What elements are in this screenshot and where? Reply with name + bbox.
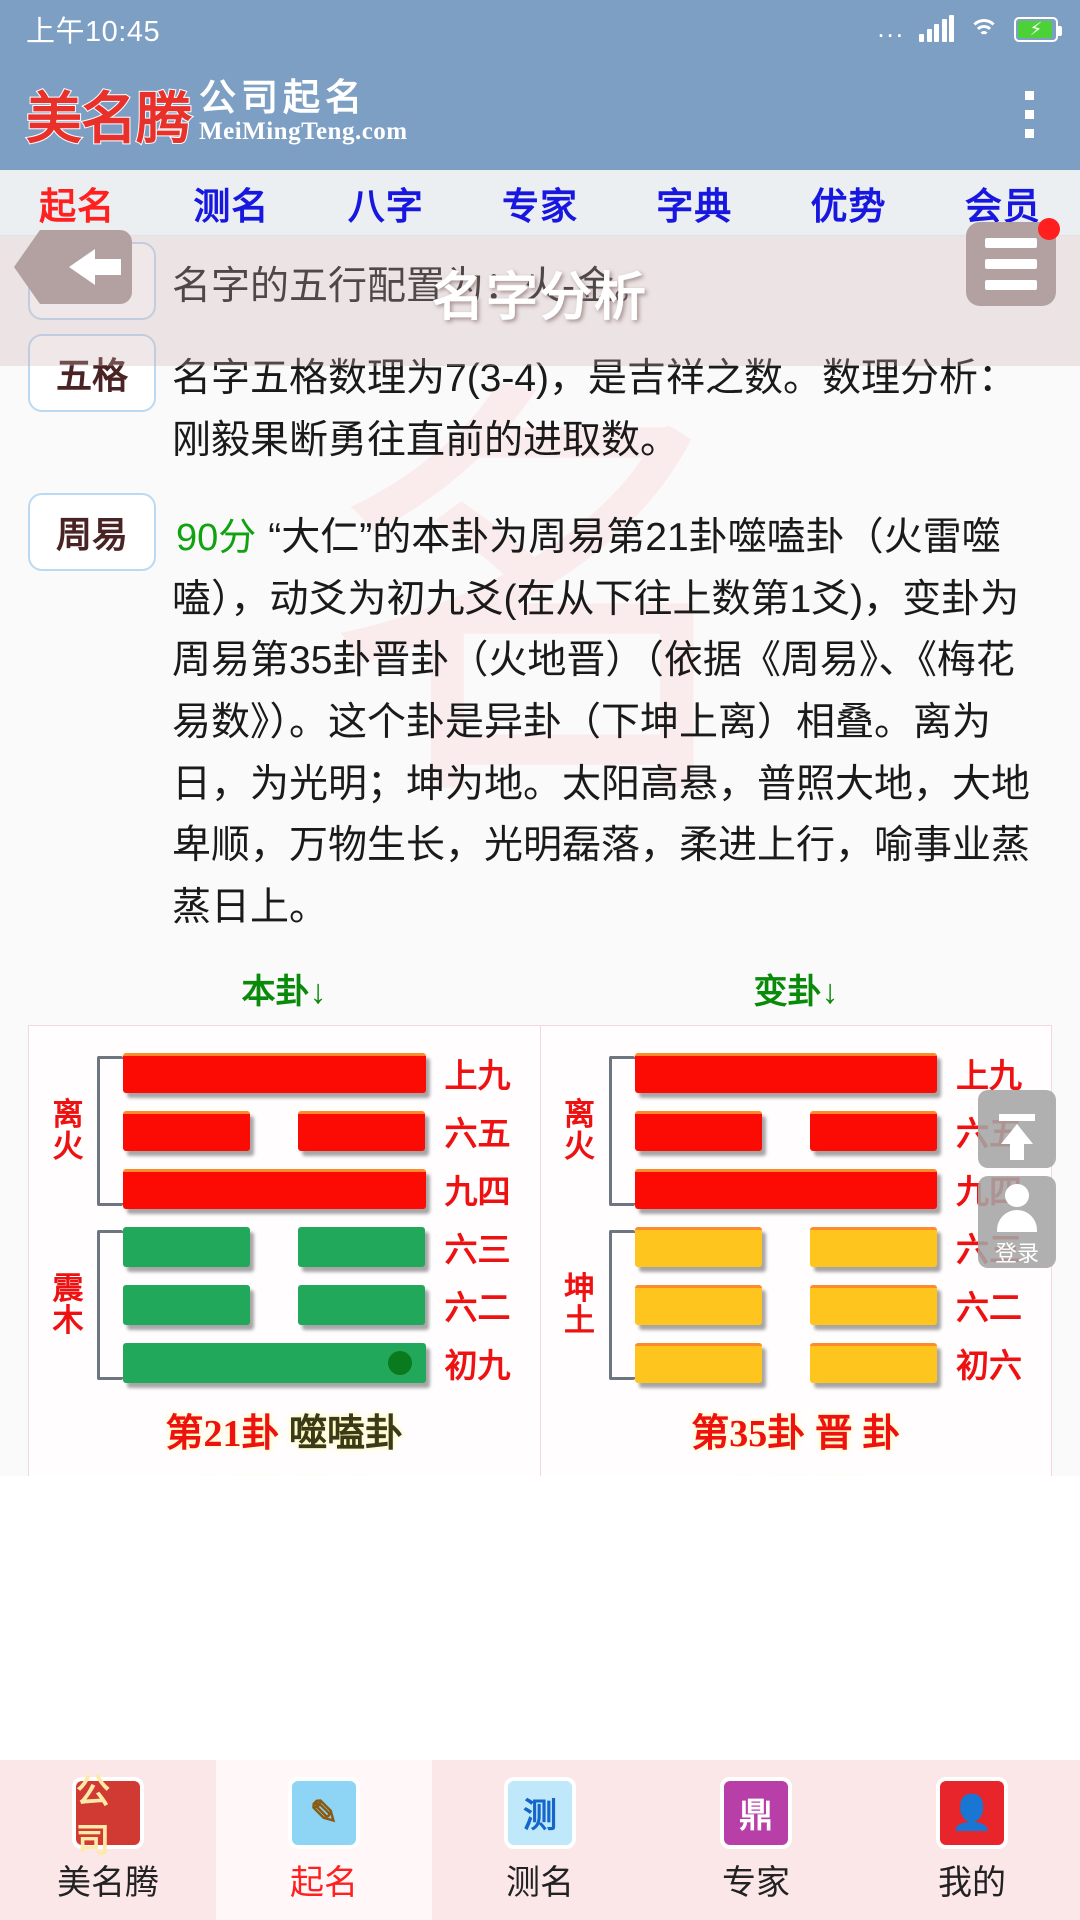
nav-item-qiming[interactable]: 起名 [0, 176, 154, 230]
notification-badge-icon [1038, 218, 1060, 240]
logo-subtitle: 公司起名 [199, 78, 367, 120]
floating-side-buttons: 登录 [978, 1090, 1056, 1276]
hexagram-line: 初六 [634, 1334, 1042, 1392]
right-lower-trigram: 坤土 六三 六二 初六 [551, 1218, 1042, 1392]
line-label: 初六 [956, 1349, 1022, 1386]
wuxing-section: 五行 名字的五行配置为：火-金。 [28, 236, 1052, 320]
hexagram-line: 六二 [123, 1276, 530, 1334]
right-caption-full: 火地晋 [551, 1467, 1042, 1476]
page-content: 名 五行 名字的五行配置为：火-金。 五格 名字五格数理为7(3-4)，是吉祥之… [0, 236, 1080, 1476]
zhouyi-section: 周易 90分 “大仁”的本卦为周易第21卦噬嗑卦（火雷噬嗑），动爻为初九爻(在从下… [28, 471, 1052, 938]
right-upper-bracket [608, 1056, 635, 1207]
tab-qiming[interactable]: ✎ 起名 [216, 1760, 432, 1920]
line-label: 上九 [444, 1059, 511, 1096]
right-caption-number: 第35卦 晋 卦 [691, 1413, 901, 1456]
hexagram-line: 上九 [123, 1044, 530, 1102]
wuge-tag: 五格 [28, 334, 156, 412]
site-logo[interactable]: 美名腾 公司起名 MeiMingTeng.com [25, 78, 408, 151]
hexagram-line: 六二 [634, 1276, 1042, 1334]
status-indicators: ... ⚡ [877, 13, 1062, 44]
login-button[interactable]: 登录 [978, 1176, 1056, 1268]
line-label: 六二 [956, 1291, 1022, 1328]
line-label: 六二 [444, 1291, 511, 1328]
tab-meimingteng[interactable]: 公司 美名腾 [0, 1760, 216, 1920]
logo-url: MeiMingTeng.com [199, 118, 408, 146]
wifi-icon [968, 16, 1000, 42]
hexagram-headings: 本卦↓ 变卦↓ [28, 964, 1052, 1013]
wuge-section: 五格 名字五格数理为7(3-4)，是吉祥之数。数理分析：刚毅果断勇往直前的进取数… [28, 320, 1052, 471]
mine-icon: 👤 [936, 1776, 1008, 1849]
right-lower-bracket [608, 1230, 635, 1381]
hexagram-line: 初九 [123, 1334, 530, 1392]
moving-line-dot-icon [387, 1351, 412, 1376]
hexagram-line: 六五 [123, 1102, 530, 1160]
line-label: 六五 [444, 1117, 511, 1154]
zhouyi-text: “大仁”的本卦为周易第21卦噬嗑卦（火雷噬嗑），动爻为初九爻(在从下往上数第1爻… [172, 516, 1031, 929]
bianGua-heading: 变卦↓ [753, 973, 839, 1012]
app-header: 美名腾 公司起名 MeiMingTeng.com [0, 58, 1080, 170]
benGua-heading: 本卦↓ [241, 973, 327, 1012]
tab-zhuanjia[interactable]: 鼎 专家 [648, 1760, 864, 1920]
meimingteng-icon: 公司 [72, 1774, 144, 1860]
tab-label: 美名腾 [57, 1863, 159, 1902]
user-avatar-icon [1005, 1184, 1029, 1208]
left-upper-trigram: 离火 上九 六五 九四 [39, 1044, 530, 1218]
hexagram-line: 九四 [123, 1160, 530, 1218]
line-label: 初九 [444, 1349, 511, 1386]
qiming-icon: ✎ [288, 1776, 360, 1849]
zhuanjia-icon: 鼎 [720, 1776, 792, 1849]
right-upper-trigram-label: 离火 [564, 1096, 595, 1165]
line-label: 六三 [444, 1233, 511, 1270]
left-lower-trigram-label: 震木 [52, 1270, 84, 1339]
left-upper-trigram-label: 离火 [52, 1096, 84, 1165]
bottom-tab-bar: 公司 美名腾 ✎ 起名 测 测名 鼎 专家 👤 我的 [0, 1760, 1080, 1920]
ceming-icon: 测 [504, 1776, 576, 1849]
hexagram-line: 六三 [123, 1218, 530, 1276]
nav-item-ceming[interactable]: 测名 [154, 176, 308, 230]
zhouyi-score: 90分 [176, 517, 257, 560]
more-dots-icon: ... [877, 13, 905, 44]
hexagram-right: 离火 上九 六五 九四 [539, 1026, 1051, 1476]
back-button[interactable] [14, 230, 132, 304]
nav-item-youshi[interactable]: 优势 [771, 176, 925, 230]
wuge-text: 名字五格数理为7(3-4)，是吉祥之数。数理分析：刚毅果断勇往直前的进取数。 [172, 357, 1018, 462]
tab-ceming[interactable]: 测 测名 [432, 1760, 648, 1920]
tab-mine[interactable]: 👤 我的 [864, 1760, 1080, 1920]
nav-item-zidian[interactable]: 字典 [617, 176, 771, 230]
nav-item-zhuanjia[interactable]: 专家 [463, 176, 617, 230]
left-upper-bracket [97, 1056, 123, 1207]
wuxing-text: 名字的五行配置为：火-金。 [172, 265, 653, 308]
line-label: 九四 [444, 1175, 511, 1212]
right-caption-name: 晋 卦 [814, 1413, 901, 1456]
zhouyi-tag: 周易 [28, 493, 156, 572]
hamburger-menu-button[interactable] [966, 218, 1060, 306]
scroll-to-top-button[interactable] [978, 1090, 1056, 1168]
tab-label: 我的 [938, 1863, 1006, 1902]
battery-charging-icon: ⚡ [1014, 16, 1062, 42]
logo-chinese-text: 美名腾 [25, 88, 193, 151]
left-lower-bracket [97, 1230, 123, 1381]
status-clock: 上午10:45 [26, 16, 161, 48]
login-label: 登录 [994, 1241, 1039, 1266]
tab-label: 专家 [722, 1863, 790, 1902]
tab-label: 测名 [506, 1863, 574, 1902]
tab-label: 起名 [290, 1863, 358, 1902]
left-caption-number: 第21卦 噬嗑卦 [165, 1413, 404, 1456]
hexagram-left: 离火 上九 六五 九四 震木 六三 六二 初九 第21卦 噬嗑卦 [29, 1026, 540, 1476]
right-lower-trigram-label: 坤土 [564, 1270, 595, 1339]
hexagram-diagrams: 离火 上九 六五 九四 震木 六三 六二 初九 第21卦 噬嗑卦 离火 上九 坤… [28, 1025, 1052, 1476]
nav-item-bazi[interactable]: 八字 [309, 176, 463, 230]
signal-icon [919, 15, 954, 42]
main-nav: 起名 测名 八字 专家 字典 优势 会员 [0, 170, 1080, 236]
left-caption-full: 火雷噬嗑 [39, 1467, 530, 1476]
status-bar: 上午10:45 ... ⚡ [0, 0, 1080, 58]
left-lower-trigram: 震木 六三 六二 初九 [39, 1218, 530, 1392]
back-arrow-icon [14, 230, 132, 304]
kebab-menu-icon[interactable] [1013, 85, 1046, 144]
right-upper-trigram: 离火 上九 六五 九四 [551, 1044, 1042, 1218]
zhouyi-text-wrap: 90分 “大仁”的本卦为周易第21卦噬嗑卦（火雷噬嗑），动爻为初九爻(在从下往上数… [172, 493, 1052, 938]
scroll-to-top-icon [1001, 1124, 1033, 1160]
left-caption-name: 噬嗑卦 [289, 1413, 404, 1456]
